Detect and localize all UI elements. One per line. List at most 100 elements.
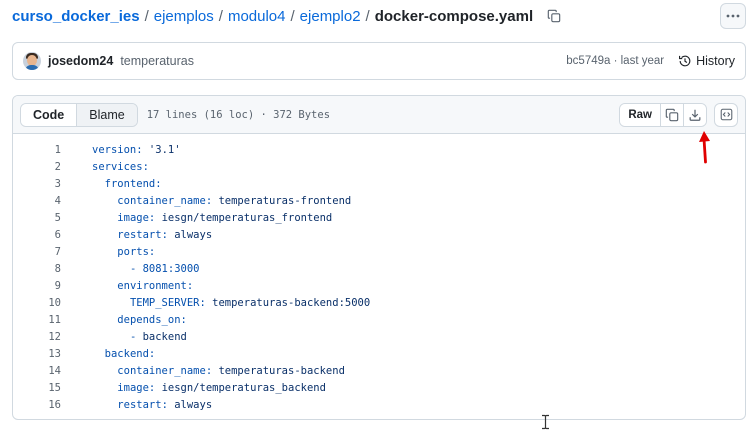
code-line: 13 backend: — [13, 345, 745, 362]
code-text: container_name: temperaturas-backend — [117, 364, 345, 377]
code-line: 9 environment: — [13, 277, 745, 294]
file-info: 17 lines (16 loc) · 372 Bytes — [146, 108, 331, 121]
view-mode-toggle: Code Blame — [20, 102, 138, 127]
yaml-key: services — [92, 160, 143, 173]
line-number[interactable]: 8 — [13, 263, 61, 275]
code-text: ports: — [117, 245, 156, 258]
raw-button[interactable]: Raw — [620, 103, 660, 126]
line-number[interactable]: 10 — [13, 297, 61, 309]
yaml-key: image — [117, 211, 149, 224]
avatar[interactable] — [23, 52, 41, 70]
code-line: 12 - backend — [13, 328, 745, 345]
yaml-key: depends_on — [117, 313, 181, 326]
code-line: 4 container_name: temperaturas-frontend — [13, 192, 745, 209]
download-raw-button[interactable] — [683, 103, 706, 126]
code-text: TEMP_SERVER: temperaturas-backend:5000 — [129, 296, 371, 309]
line-number[interactable]: 12 — [13, 331, 61, 343]
line-number[interactable]: 9 — [13, 280, 61, 292]
line-number[interactable]: 13 — [13, 348, 61, 360]
file-actions-group: Raw — [619, 102, 707, 127]
yaml-key: TEMP_SERVER — [129, 296, 200, 309]
latest-commit-bar: josedom24 temperaturas bc5749a · last ye… — [12, 42, 746, 80]
yaml-key: restart — [117, 228, 162, 241]
code-line: 10 TEMP_SERVER: temperaturas-backend:500… — [13, 294, 745, 311]
line-number[interactable]: 6 — [13, 229, 61, 241]
breadcrumb-repo-link[interactable]: curso_docker_ies — [12, 8, 140, 25]
line-number[interactable]: 5 — [13, 212, 61, 224]
code-text: restart: always — [117, 228, 213, 241]
red-arrow-icon — [699, 131, 710, 164]
code-text: version: '3.1' — [92, 143, 181, 156]
breadcrumb-separator: / — [218, 7, 223, 25]
yaml-key: frontend — [104, 177, 156, 190]
download-icon — [689, 109, 701, 121]
breadcrumb-link-ejemplo2[interactable]: ejemplo2 — [300, 8, 361, 25]
copy-raw-button[interactable] — [660, 103, 683, 126]
yaml-value: always — [174, 398, 213, 411]
commit-sha-time[interactable]: bc5749a · last year — [566, 55, 664, 67]
code-text: image: iesgn/temperaturas_frontend — [117, 211, 333, 224]
yaml-value: always — [174, 228, 213, 241]
symbols-panel-button[interactable] — [714, 102, 738, 127]
kebab-horizontal-icon — [726, 14, 740, 18]
breadcrumb-link-modulo4[interactable]: modulo4 — [228, 8, 286, 25]
yaml-value: '3.1' — [148, 143, 181, 156]
tab-blame[interactable]: Blame — [77, 103, 137, 126]
line-number[interactable]: 16 — [13, 399, 61, 411]
yaml-key: container_name — [117, 364, 206, 377]
yaml-key: environment — [117, 279, 187, 292]
history-button[interactable]: History — [678, 54, 735, 68]
line-number[interactable]: 4 — [13, 195, 61, 207]
code-line: 8 - 8081:3000 — [13, 260, 745, 277]
copy-path-button[interactable] — [543, 6, 565, 26]
commit-message-link[interactable]: temperaturas — [120, 54, 194, 68]
line-number[interactable]: 15 — [13, 382, 61, 394]
code-line: 16 restart: always — [13, 396, 745, 413]
line-number[interactable]: 11 — [13, 314, 61, 326]
breadcrumb-link-ejemplos[interactable]: ejemplos — [154, 8, 214, 25]
text-cursor-icon — [542, 414, 549, 430]
code-text: image: iesgn/temperaturas_backend — [117, 381, 326, 394]
yaml-key: image — [117, 381, 149, 394]
breadcrumb-separator: / — [144, 7, 149, 25]
code-text: - backend — [92, 331, 187, 343]
yaml-key: backend — [104, 347, 149, 360]
yaml-key: ports — [117, 245, 149, 258]
copy-icon — [665, 108, 679, 121]
yaml-value: temperaturas-backend — [218, 364, 345, 377]
line-number[interactable]: 2 — [13, 161, 61, 173]
yaml-key: - — [129, 330, 143, 343]
copy-icon — [547, 9, 561, 23]
history-icon — [679, 55, 691, 67]
line-number[interactable]: 3 — [13, 178, 61, 190]
code-text: - 8081:3000 — [92, 263, 200, 275]
more-options-button[interactable] — [720, 3, 746, 29]
code-view: 1 version: '3.1' 2 services: 3 frontend: 4 co… — [13, 134, 745, 413]
file-viewer: Code Blame 17 lines (16 loc) · 372 Bytes… — [12, 95, 746, 420]
yaml-value: backend — [142, 330, 187, 343]
code-text: backend: — [104, 347, 156, 360]
code-line: 3 frontend: — [13, 175, 745, 192]
code-line: 6 restart: always — [13, 226, 745, 243]
line-number[interactable]: 7 — [13, 246, 61, 258]
code-line: 11 depends_on: — [13, 311, 745, 328]
line-number[interactable]: 14 — [13, 365, 61, 377]
breadcrumb-separator: / — [365, 7, 370, 25]
code-text: frontend: — [104, 177, 162, 190]
code-text: restart: always — [117, 398, 213, 411]
code-line: 15 image: iesgn/temperaturas_backend — [13, 379, 745, 396]
commit-author-link[interactable]: josedom24 — [48, 54, 113, 68]
yaml-value: temperaturas-backend:5000 — [212, 296, 371, 309]
tab-code[interactable]: Code — [21, 103, 78, 126]
code-line: 1 version: '3.1' — [13, 141, 745, 158]
file-header: Code Blame 17 lines (16 loc) · 372 Bytes… — [13, 96, 745, 134]
breadcrumb-separator: / — [290, 7, 295, 25]
code-line: 14 container_name: temperaturas-backend — [13, 362, 745, 379]
code-line: 5 image: iesgn/temperaturas_frontend — [13, 209, 745, 226]
yaml-value: iesgn/temperaturas_frontend — [161, 211, 333, 224]
code-line: 7 ports: — [13, 243, 745, 260]
line-number[interactable]: 1 — [13, 144, 61, 156]
code-text: environment: — [117, 279, 194, 292]
code-square-icon — [720, 108, 732, 121]
code-text: services: — [92, 160, 149, 173]
